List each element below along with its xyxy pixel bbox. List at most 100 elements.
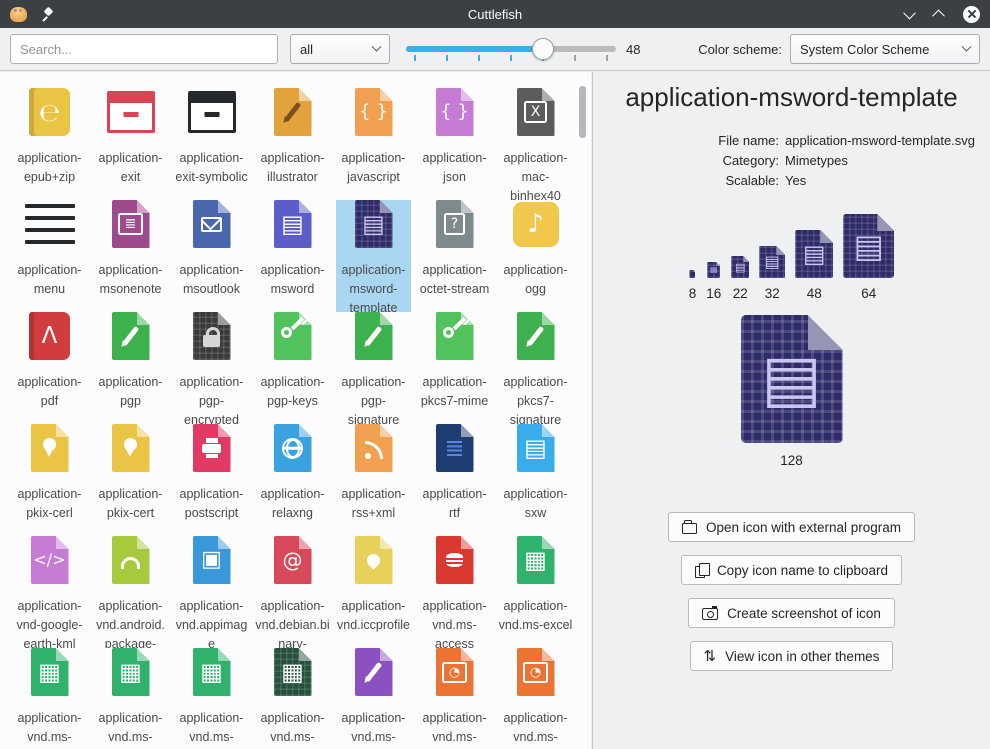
- application-postscript-icon: [193, 424, 231, 472]
- action-buttons: Open icon with external program Copy ico…: [668, 512, 915, 671]
- icon-grid-item[interactable]: application-pkix-cert: [93, 424, 168, 536]
- icon-label: application-pgp-keys: [255, 373, 330, 411]
- icon-grid-item[interactable]: ▤application-msword-template: [336, 200, 411, 312]
- themes-icon: ⇅: [704, 649, 717, 664]
- pin-icon[interactable]: [41, 8, 53, 20]
- icon-label: application-epub+zip: [12, 149, 87, 187]
- icon-label: application-vnd.ms-excel.templat: [255, 709, 330, 749]
- copy-name-button[interactable]: Copy icon name to clipboard: [681, 555, 902, 585]
- icon-grid-item[interactable]: ℮application-epub+zip: [12, 88, 87, 200]
- icon-grid-item[interactable]: ▦application-vnd.ms-excel: [498, 536, 573, 648]
- icon-label: application-msword: [255, 261, 330, 299]
- icon-grid-item[interactable]: ≣application-msonenote: [93, 200, 168, 312]
- application-vnd.ms-powerpoint-icon: ◔: [436, 648, 474, 696]
- grid-scrollbar-thumb[interactable]: [579, 86, 586, 138]
- icon-grid-item[interactable]: application-vnd.iccprofile: [336, 536, 411, 648]
- open-external-button[interactable]: Open icon with external program: [668, 512, 915, 542]
- icon-grid-item[interactable]: ♪application-ogg: [498, 200, 573, 312]
- application-menu-icon: [25, 200, 75, 248]
- icon-label: application-vnd.ms-access: [417, 597, 492, 648]
- icon-grid-item[interactable]: application-pgp-keys: [255, 312, 330, 424]
- icon-label: application-exit-symbolic: [174, 149, 249, 187]
- icon-grid-item[interactable]: ▦application-vnd.ms-excel.sheet.bi: [93, 648, 168, 749]
- icon-grid-item[interactable]: Xapplication-mac-binhex40: [498, 88, 573, 200]
- icon-grid-item[interactable]: application-pgp: [93, 312, 168, 424]
- icon-grid-item[interactable]: ▤application-sxw: [498, 424, 573, 536]
- icon-grid-item[interactable]: ◔ application-vnd.ms-powerpoint: [417, 648, 492, 749]
- close-icon[interactable]: [963, 6, 980, 23]
- application-pkcs7-signature-icon: [517, 312, 555, 360]
- icon-grid-item[interactable]: ▤ application-msword: [255, 200, 330, 312]
- icon-label: application-javascript: [336, 149, 411, 187]
- icon-grid-item[interactable]: application-pkix-cerl: [12, 424, 87, 536]
- icon-grid-item[interactable]: application-vnd.ms-infopath: [336, 648, 411, 749]
- copy-icon: [695, 566, 705, 578]
- icon-label: application-vnd.debian.binary-package: [255, 597, 330, 648]
- icon-grid-item[interactable]: ▦ application-vnd.ms-excel.templat: [255, 648, 330, 749]
- icon-grid-item[interactable]: application-relaxng: [255, 424, 330, 536]
- icon-grid-item[interactable]: ▦application-vnd.ms-excel.addin.m: [12, 648, 87, 749]
- icon-grid-item[interactable]: application-rss+xml: [336, 424, 411, 536]
- size-label: 8: [689, 286, 697, 301]
- application-vnd.ms-access-icon: [436, 536, 474, 584]
- icon-grid-item[interactable]: application-pkcs7-signature: [498, 312, 573, 424]
- size-label: 16: [706, 286, 721, 301]
- application-pgp-encrypted-icon: [193, 312, 231, 360]
- details-panel: application-msword-template File name: a…: [592, 72, 990, 749]
- search-input[interactable]: [10, 34, 278, 64]
- icon-grid-item[interactable]: application-msoutlook: [174, 200, 249, 312]
- icon-grid-item[interactable]: application-menu: [12, 200, 87, 312]
- color-scheme-selected-value: System Color Scheme: [800, 42, 929, 57]
- application-vnd.ms-powerpoint.a-icon: ◔: [517, 648, 555, 696]
- icon-label: application-pkcs7-mime: [417, 373, 492, 411]
- application-vnd.ms-excel.templat-icon: ▦: [274, 648, 312, 696]
- icon-grid-item[interactable]: </>application-vnd-google-earth-kml: [12, 536, 87, 648]
- application-pkix-cerl-icon: [31, 424, 69, 472]
- icon-grid-item[interactable]: application-exit-symbolic: [174, 88, 249, 200]
- icon-grid-item[interactable]: application-pkcs7-mime: [417, 312, 492, 424]
- application-pgp-icon: [112, 312, 150, 360]
- slider-handle[interactable]: [532, 38, 554, 60]
- minimize-chevron-down-icon[interactable]: [903, 6, 916, 19]
- maximize-chevron-up-icon[interactable]: [932, 9, 945, 22]
- icon-grid-item[interactable]: application-vnd.ms-access: [417, 536, 492, 648]
- button-label: Open icon with external program: [706, 520, 901, 535]
- icon-grid-item[interactable]: Λapplication-pdf: [12, 312, 87, 424]
- icon-label: application-pdf: [12, 373, 87, 411]
- color-scheme-dropdown[interactable]: System Color Scheme: [790, 34, 980, 64]
- icon-grid-item[interactable]: ◔application-vnd.ms-powerpoint.a: [498, 648, 573, 749]
- icon-label: application-vnd.ms-excel.sheet.m: [174, 709, 249, 749]
- icon-size-value: 48: [626, 42, 650, 57]
- size-label: 22: [733, 286, 748, 301]
- icon-label: application-octet-stream: [417, 261, 492, 299]
- slider-ticks: [414, 55, 608, 61]
- icon-grid-item[interactable]: { }application-json: [417, 88, 492, 200]
- size-preview-16: ▤16: [706, 262, 721, 301]
- icon-grid-item[interactable]: application-pgp-signature: [336, 312, 411, 424]
- category-dropdown[interactable]: all: [290, 34, 390, 64]
- icon-grid-item[interactable]: application-postscript: [174, 424, 249, 536]
- icon-size-slider[interactable]: [406, 34, 616, 64]
- icon-grid-item[interactable]: { }application-javascript: [336, 88, 411, 200]
- icon-grid-item[interactable]: application-illustrator: [255, 88, 330, 200]
- icon-grid-item[interactable]: application-vnd.android.package-: [93, 536, 168, 648]
- icon-grid-item[interactable]: ▦application-vnd.ms-excel.sheet.m: [174, 648, 249, 749]
- toolbar: all 48 Color scheme: System Color Scheme: [0, 28, 990, 71]
- icon-grid-item[interactable]: application-pgp-encrypted: [174, 312, 249, 424]
- icon-grid-item[interactable]: ?application-octet-stream: [417, 200, 492, 312]
- icon-grid-item[interactable]: application-exit: [93, 88, 168, 200]
- screenshot-button[interactable]: Create screenshot of icon: [688, 598, 895, 628]
- icon-grid-item[interactable]: ▣application-vnd.appimage: [174, 536, 249, 648]
- icon-label: application-ogg: [498, 261, 573, 299]
- cuttlefish-app-icon: [10, 7, 27, 22]
- view-other-themes-button[interactable]: ⇅ View icon in other themes: [690, 641, 894, 671]
- application-vnd.ms-excel-icon: ▦: [517, 536, 555, 584]
- application-vnd.ms-excel.sheet.bi-icon: ▦: [112, 648, 150, 696]
- icon-label: application-json: [417, 149, 492, 187]
- icon-grid-item[interactable]: @application-vnd.debian.binary-package: [255, 536, 330, 648]
- icon-label: application-rss+xml: [336, 485, 411, 523]
- application-msword-icon: ▤: [274, 200, 312, 248]
- icon-label: application-vnd.ms-infopath: [336, 709, 411, 749]
- icon-label: application-vnd.ms-powerpoint: [417, 709, 492, 749]
- icon-grid-item[interactable]: ≣application-rtf: [417, 424, 492, 536]
